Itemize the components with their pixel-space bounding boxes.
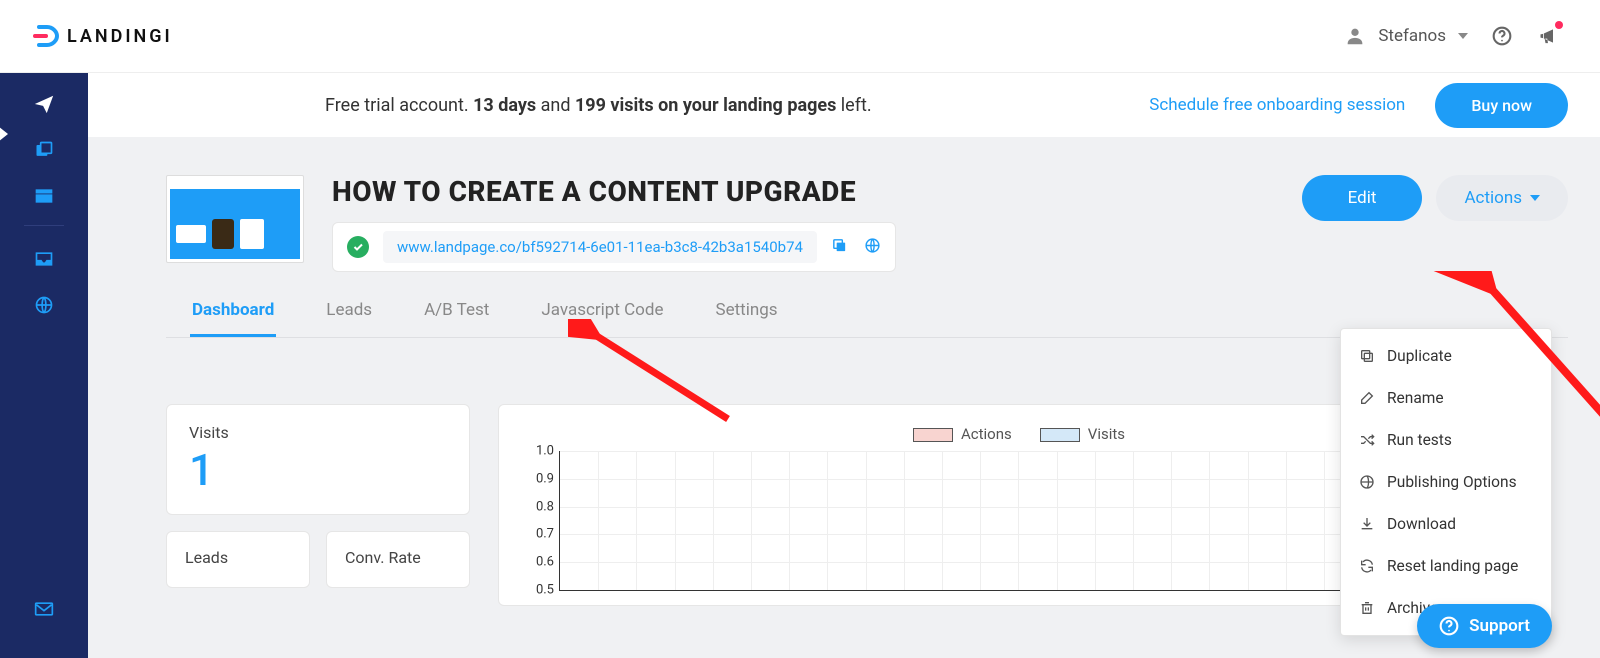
published-status-icon	[347, 236, 369, 258]
action-download[interactable]: Download	[1341, 503, 1551, 545]
sidebar-item-mail[interactable]	[0, 586, 88, 632]
sidebar-divider	[24, 225, 64, 226]
paper-plane-icon	[33, 93, 55, 115]
support-button[interactable]: Support	[1417, 604, 1552, 648]
action-publishing-options[interactable]: Publishing Options	[1341, 461, 1551, 503]
user-icon	[1344, 25, 1366, 47]
copy-url-button[interactable]	[831, 237, 848, 258]
sidebar	[0, 73, 88, 658]
url-row: www.landpage.co/bf592714-6e01-11ea-b3c8-…	[332, 222, 896, 272]
mail-icon	[34, 601, 54, 617]
announcements-button[interactable]	[1536, 24, 1560, 48]
tab-abtest[interactable]: A/B Test	[422, 300, 491, 337]
action-rename[interactable]: Rename	[1341, 377, 1551, 419]
shuffle-icon	[1359, 432, 1375, 448]
globe-icon	[34, 295, 54, 315]
help-button[interactable]	[1490, 24, 1514, 48]
tab-javascript-code[interactable]: Javascript Code	[539, 300, 665, 337]
tab-dashboard[interactable]: Dashboard	[190, 300, 276, 337]
notification-dot	[1555, 21, 1563, 29]
top-header: LANDINGI Stefanos	[0, 0, 1600, 73]
stat-leads-card: Leads	[166, 531, 310, 588]
trial-text: Free trial account. 13 days and 199 visi…	[325, 95, 872, 116]
tab-settings[interactable]: Settings	[713, 300, 779, 337]
main-area: Free trial account. 13 days and 199 visi…	[88, 73, 1600, 658]
copy-icon	[831, 237, 848, 254]
actions-label: Actions	[1464, 188, 1522, 208]
actions-dropdown-button[interactable]: Actions	[1436, 175, 1568, 221]
active-marker-icon	[0, 126, 8, 142]
sidebar-item-globe[interactable]	[0, 282, 88, 328]
refresh-icon	[1359, 558, 1375, 574]
buy-now-button[interactable]: Buy now	[1435, 83, 1568, 128]
brand-text: LANDINGI	[67, 26, 173, 47]
ytick: 0.8	[524, 499, 554, 514]
user-menu[interactable]: Stefanos	[1344, 25, 1468, 47]
user-name-label: Stefanos	[1378, 26, 1446, 46]
rename-icon	[1359, 390, 1375, 406]
action-reset[interactable]: Reset landing page	[1341, 545, 1551, 587]
caret-down-icon	[1458, 33, 1468, 39]
stat-visits-value: 1	[189, 444, 447, 496]
megaphone-icon	[1538, 26, 1558, 46]
open-url-button[interactable]	[864, 237, 881, 258]
sidebar-item-launch[interactable]	[0, 81, 88, 127]
edit-button[interactable]: Edit	[1302, 175, 1423, 221]
sidebar-item-pages[interactable]	[0, 127, 88, 173]
ytick: 1.0	[524, 444, 554, 459]
archive-icon	[1359, 600, 1375, 616]
duplicate-icon	[1359, 348, 1375, 364]
brand-logo[interactable]: LANDINGI	[33, 23, 173, 49]
page-url[interactable]: www.landpage.co/bf592714-6e01-11ea-b3c8-…	[383, 231, 817, 263]
globe-icon	[1359, 474, 1375, 490]
download-icon	[1359, 516, 1375, 532]
brand-mark-icon	[33, 23, 59, 49]
stat-leads-label: Leads	[185, 548, 291, 567]
page-thumbnail[interactable]	[166, 175, 304, 263]
legend-actions[interactable]: Actions	[913, 425, 1012, 443]
action-duplicate[interactable]: Duplicate	[1341, 335, 1551, 377]
windows-icon	[34, 140, 54, 160]
onboarding-link[interactable]: Schedule free onboarding session	[1149, 95, 1405, 115]
globe-icon	[864, 237, 881, 254]
stat-visits-card: Visits 1	[166, 404, 470, 515]
folder-icon	[34, 187, 54, 205]
page-header: HOW TO CREATE A CONTENT UPGRADE www.land…	[166, 175, 1568, 272]
actions-dropdown-menu: Duplicate Rename Run tests Publishing Op…	[1340, 328, 1552, 636]
ytick: 0.5	[524, 583, 554, 598]
ytick: 0.6	[524, 555, 554, 570]
ytick: 0.7	[524, 527, 554, 542]
tab-leads[interactable]: Leads	[324, 300, 374, 337]
trial-bar: Free trial account. 13 days and 199 visi…	[88, 73, 1600, 137]
action-run-tests[interactable]: Run tests	[1341, 419, 1551, 461]
inbox-icon	[34, 250, 54, 268]
legend-visits[interactable]: Visits	[1040, 425, 1125, 443]
support-label: Support	[1469, 616, 1530, 636]
ytick: 0.9	[524, 471, 554, 486]
help-icon	[1492, 26, 1512, 46]
help-icon	[1439, 616, 1459, 636]
caret-down-icon	[1530, 195, 1540, 201]
stat-visits-label: Visits	[189, 423, 447, 442]
sidebar-item-inbox[interactable]	[0, 236, 88, 282]
stat-conv-label: Conv. Rate	[345, 548, 451, 567]
page-title: HOW TO CREATE A CONTENT UPGRADE	[332, 175, 1274, 208]
stat-conv-card: Conv. Rate	[326, 531, 470, 588]
sidebar-item-folder[interactable]	[0, 173, 88, 219]
